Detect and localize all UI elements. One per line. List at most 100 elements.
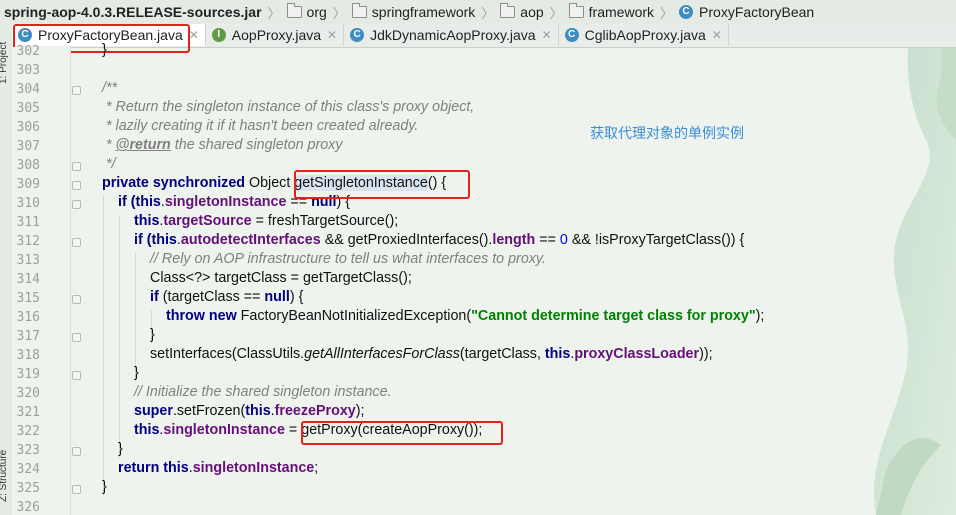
close-icon[interactable]: ✕	[542, 28, 552, 42]
close-icon[interactable]: ✕	[189, 28, 199, 42]
code-line-313[interactable]: // Rely on AOP infrastructure to tell us…	[150, 251, 546, 267]
breadcrumb-separator: 〉	[549, 5, 563, 21]
project-tool-button[interactable]: 1: Project	[0, 42, 9, 84]
code-line-307[interactable]: * @return the shared singleton proxy	[106, 137, 342, 153]
line-number: 316	[16, 310, 40, 325]
folder-icon	[351, 3, 367, 18]
class-icon: C	[679, 5, 694, 19]
background-figure-image	[873, 0, 956, 515]
class-icon: C	[350, 28, 365, 42]
line-number: 323	[16, 443, 40, 458]
line-number: 308	[16, 158, 40, 173]
line-number: 320	[16, 386, 40, 401]
code-line-308[interactable]: */	[106, 156, 116, 172]
line-number: 324	[16, 462, 40, 477]
folder-icon	[568, 3, 584, 18]
code-line-319[interactable]: }	[134, 365, 139, 381]
fold-marker-icon[interactable]	[72, 447, 81, 456]
breadcrumb-class[interactable]: C ProxyFactoryBean	[675, 0, 818, 24]
line-number: 310	[16, 196, 40, 211]
breadcrumb-separator: 〉	[660, 5, 674, 21]
indent-guide	[103, 196, 104, 496]
breadcrumb-package-springframework[interactable]: springframework	[348, 0, 479, 24]
fold-marker-icon[interactable]	[72, 238, 81, 247]
code-line-311[interactable]: this.targetSource = freshTargetSource();	[134, 213, 398, 229]
getproxy-highlight-box	[301, 421, 503, 445]
fold-marker-icon[interactable]	[72, 162, 81, 171]
code-line-304[interactable]: /**	[102, 80, 117, 96]
breadcrumb-jar[interactable]: spring-aop-4.0.3.RELEASE-sources.jar	[0, 0, 266, 24]
code-line-315[interactable]: if (targetClass == null) {	[150, 289, 303, 305]
close-icon[interactable]: ✕	[712, 28, 722, 42]
breadcrumb-separator: 〉	[481, 5, 495, 21]
method-highlight-box	[294, 170, 470, 199]
code-line-305[interactable]: * Return the singleton instance of this …	[106, 99, 474, 115]
line-number: 325	[16, 481, 40, 496]
close-icon[interactable]: ✕	[327, 28, 337, 42]
indent-guide	[119, 215, 120, 458]
line-number: 304	[16, 82, 40, 97]
breadcrumb: spring-aop-4.0.3.RELEASE-sources.jar 〉 o…	[0, 0, 956, 25]
line-number: 317	[16, 329, 40, 344]
fold-marker-icon[interactable]	[72, 181, 81, 190]
tab-label: CglibAopProxy.java	[584, 27, 706, 43]
line-number: 321	[16, 405, 40, 420]
code-line-314[interactable]: Class<?> targetClass = getTargetClass();	[150, 270, 412, 286]
breadcrumb-package-framework[interactable]: framework	[565, 0, 658, 24]
fold-marker-icon[interactable]	[72, 295, 81, 304]
fold-marker-icon[interactable]	[72, 485, 81, 494]
line-number: 313	[16, 253, 40, 268]
folder-icon	[500, 3, 516, 18]
line-number: 305	[16, 101, 40, 116]
breadcrumb-jar-label: spring-aop-4.0.3.RELEASE-sources.jar	[4, 4, 262, 20]
code-line-317[interactable]: }	[150, 327, 155, 343]
breadcrumb-package-org[interactable]: org	[283, 0, 331, 24]
tab-cglibaopproxy[interactable]: C CglibAopProxy.java ✕	[559, 24, 729, 46]
structure-tool-button[interactable]: Z: Structure	[0, 450, 9, 502]
line-number: 312	[16, 234, 40, 249]
tab-label: AopProxy.java	[231, 27, 322, 43]
breadcrumb-separator: 〉	[267, 5, 281, 21]
line-number: 302	[16, 44, 40, 59]
breadcrumb-package-aop[interactable]: aop	[496, 0, 547, 24]
code-line-321[interactable]: super.setFrozen(this.freezeProxy);	[134, 403, 364, 419]
breadcrumb-separator: 〉	[332, 5, 346, 21]
line-number: 322	[16, 424, 40, 439]
breadcrumb-framework-label: framework	[588, 4, 655, 20]
code-line-325[interactable]: }	[102, 479, 107, 495]
fold-marker-icon[interactable]	[72, 371, 81, 380]
code-line-318[interactable]: setInterfaces(ClassUtils.getAllInterface…	[150, 346, 713, 362]
line-number: 326	[16, 500, 40, 515]
line-number: 303	[16, 63, 40, 78]
interface-icon: I	[211, 28, 226, 42]
line-number: 309	[16, 177, 40, 192]
tab-aopproxy[interactable]: I AopProxy.java ✕	[206, 24, 345, 46]
code-line-324[interactable]: return this.singletonInstance;	[118, 460, 318, 476]
line-number: 314	[16, 272, 40, 287]
tab-jdkdynamicaopproxy[interactable]: C JdkDynamicAopProxy.java ✕	[344, 24, 559, 46]
fold-marker-icon[interactable]	[72, 200, 81, 209]
gutter-divider	[70, 47, 71, 515]
code-line-316[interactable]: throw new FactoryBeanNotInitializedExcep…	[166, 308, 764, 324]
folder-icon	[286, 3, 302, 18]
line-number: 315	[16, 291, 40, 306]
line-number: 306	[16, 120, 40, 135]
breadcrumb-springframework-label: springframework	[371, 4, 476, 20]
line-number: 318	[16, 348, 40, 363]
line-number: 319	[16, 367, 40, 382]
line-number: 307	[16, 139, 40, 154]
breadcrumb-aop-label: aop	[520, 4, 544, 20]
breadcrumb-org-label: org	[306, 4, 327, 20]
fold-marker-icon[interactable]	[72, 86, 81, 95]
breadcrumb-class-label: ProxyFactoryBean	[699, 4, 815, 20]
chinese-annotation: 获取代理对象的单例实例	[590, 125, 744, 141]
code-line-320[interactable]: // Initialize the shared singleton insta…	[134, 384, 392, 400]
fold-marker-icon[interactable]	[72, 333, 81, 342]
code-line-302[interactable]: }	[102, 42, 107, 58]
indent-guide	[135, 253, 136, 382]
code-line-312[interactable]: if (this.autodetectInterfaces && getProx…	[134, 232, 744, 248]
class-icon: C	[564, 28, 579, 42]
line-number: 311	[16, 215, 40, 230]
code-line-306[interactable]: * lazily creating it if it hasn't been c…	[106, 118, 418, 134]
code-line-323[interactable]: }	[118, 441, 123, 457]
